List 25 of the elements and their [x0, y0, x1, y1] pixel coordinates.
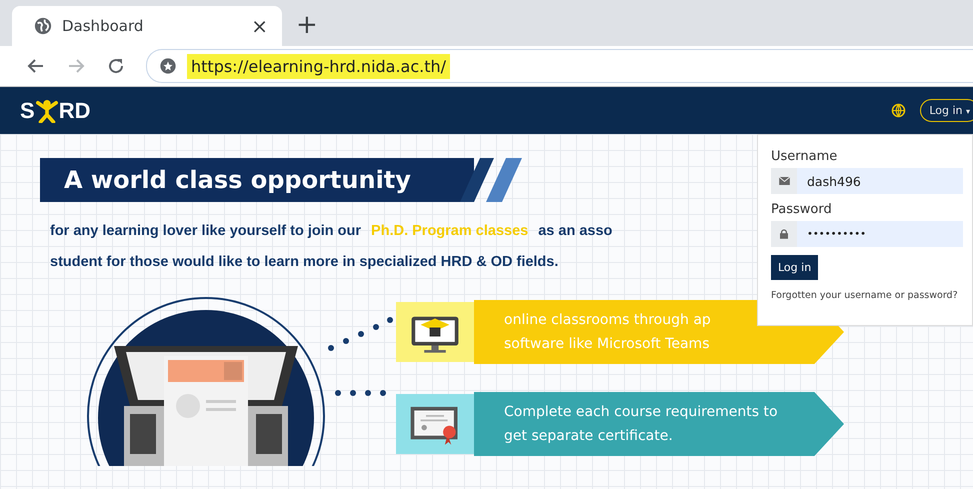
- feature-text: online classrooms through ap: [504, 311, 711, 330]
- password-field[interactable]: ••••••••••: [771, 221, 963, 247]
- intro-paragraph: for any learning lover like yourself to join our Ph.D. Program classes as an asso student for those would like to learn more in specialized HRD & OD fields.: [50, 222, 612, 272]
- person-icon: [36, 98, 58, 122]
- feature-text: software like Microsoft Teams: [504, 335, 710, 354]
- address-bar[interactable]: https://elearning-hrd.nida.ac.th/: [146, 49, 973, 83]
- new-tab-button[interactable]: +: [296, 10, 318, 40]
- close-tab-button[interactable]: ×: [251, 14, 268, 38]
- banner-title: A world class opportunity: [40, 158, 474, 202]
- feature-text: get separate certificate.: [504, 427, 673, 446]
- site-info-icon: [159, 57, 177, 75]
- forgot-password-link[interactable]: Forgotten your username or password?: [771, 290, 958, 301]
- url-text: https://elearning-hrd.nida.ac.th/: [187, 54, 450, 78]
- reload-icon[interactable]: [106, 56, 126, 76]
- envelope-icon: [778, 177, 790, 185]
- login-button[interactable]: Log in: [771, 255, 818, 280]
- logo-letter: S: [20, 98, 35, 124]
- feature-text: Complete each course requirements to: [504, 403, 778, 422]
- field-label: Password: [771, 202, 832, 217]
- browser-tab[interactable]: Dashboard ×: [12, 6, 282, 46]
- logo-letters: RD: [58, 98, 90, 124]
- login-menu-button[interactable]: Log in ▾: [920, 99, 973, 122]
- field-label: Username: [771, 149, 838, 164]
- lock-icon: [780, 229, 788, 239]
- username-field[interactable]: dash496: [771, 168, 963, 194]
